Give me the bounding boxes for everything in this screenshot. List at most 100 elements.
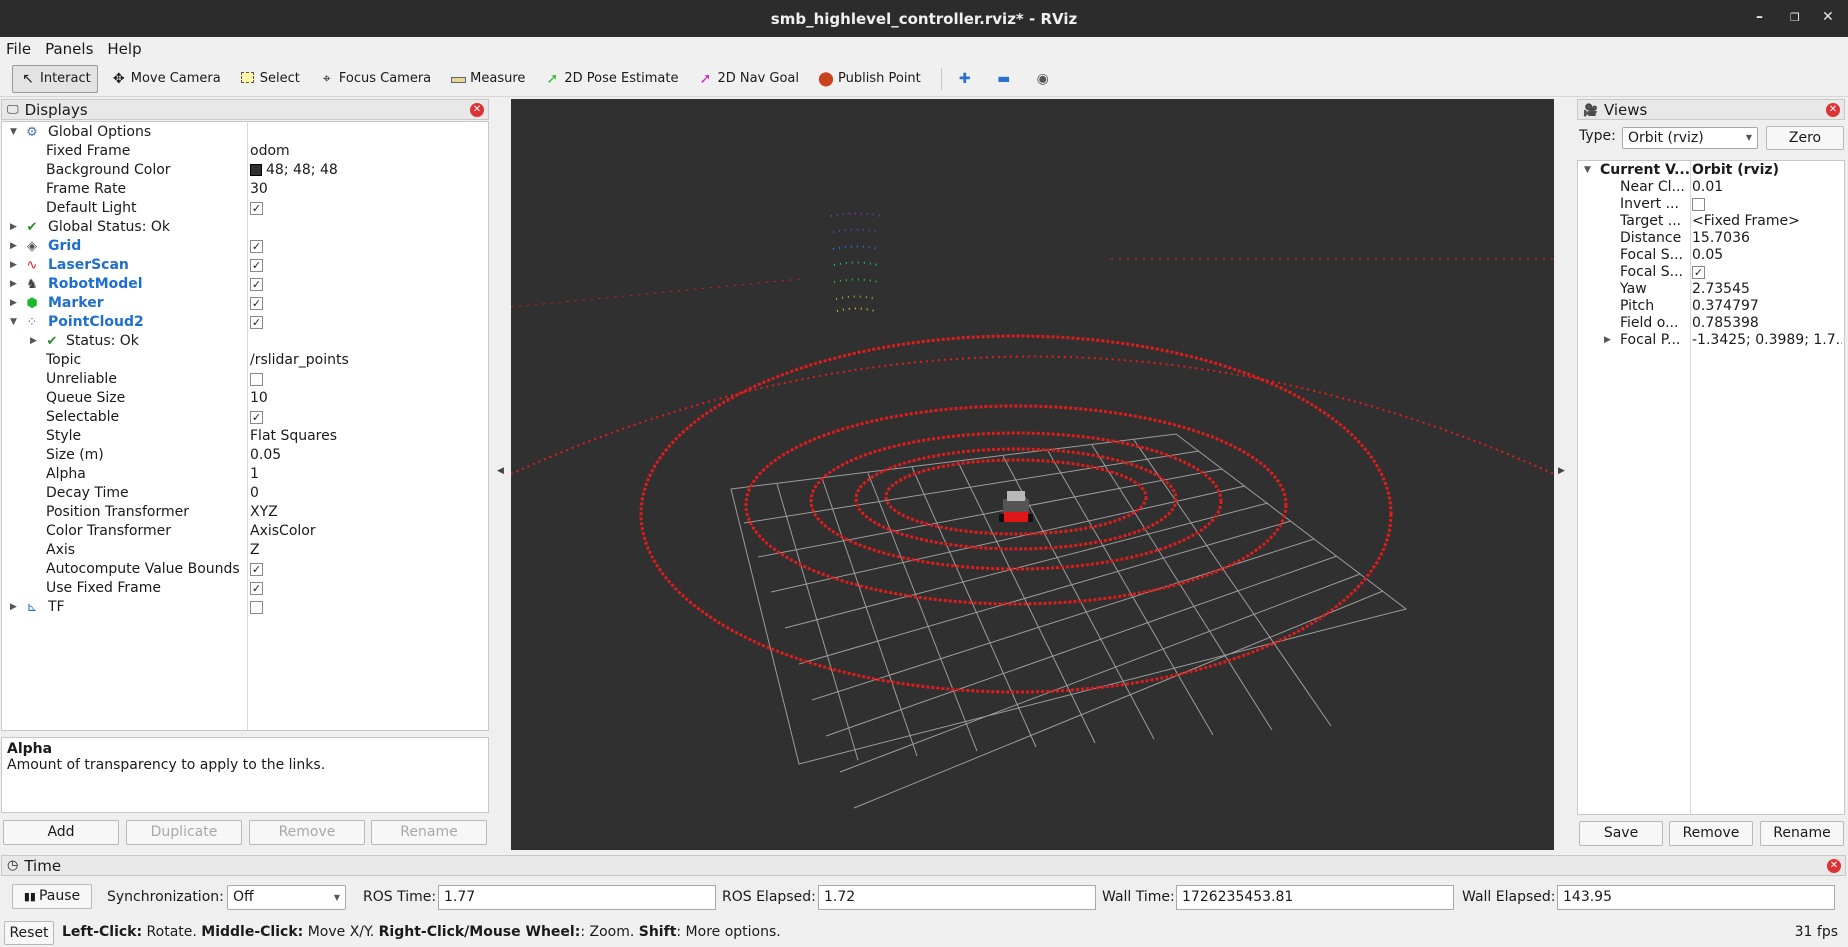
color-transformer-value[interactable]: AxisColor: [250, 522, 316, 541]
focal-shape-checkbox[interactable]: ✓: [1692, 264, 1842, 281]
add-tool-button[interactable]: ✚: [950, 65, 983, 93]
tree-row-default-light[interactable]: Default Light ✓: [2, 199, 488, 218]
yaw-value[interactable]: 2.73545: [1692, 281, 1842, 298]
menu-help[interactable]: Help: [107, 40, 141, 58]
close-window-icon[interactable]: ✕: [1822, 9, 1834, 25]
focal-point-value[interactable]: -1.3425; 0.3989; 1.7...: [1692, 332, 1842, 349]
tree-row-unreliable[interactable]: Unreliable: [2, 370, 488, 389]
close-panel-icon[interactable]: ✕: [1827, 859, 1841, 873]
expand-right-icon[interactable]: ▶: [10, 218, 20, 237]
field-of-view-value[interactable]: 0.785398: [1692, 315, 1842, 332]
autocompute-checkbox[interactable]: ✓: [250, 560, 263, 579]
expand-right-icon[interactable]: ▶: [30, 332, 40, 351]
tree-row-fixed-frame[interactable]: Fixed Frame odom: [2, 142, 488, 161]
tree-row-status[interactable]: ▶ ✔ Status: Ok: [2, 332, 488, 351]
tree-row-queue-size[interactable]: Queue Size 10: [2, 389, 488, 408]
expand-right-icon[interactable]: ▶: [10, 237, 20, 256]
view-row-focal-shape[interactable]: Focal S... ✓: [1578, 264, 1844, 281]
invert-checkbox[interactable]: [1692, 196, 1842, 213]
sync-dropdown[interactable]: Off ▼: [227, 885, 346, 910]
position-transformer-value[interactable]: XYZ: [250, 503, 278, 522]
zero-button[interactable]: Zero: [1766, 126, 1844, 150]
nav-goal-tool-button[interactable]: ➚ 2D Nav Goal: [690, 65, 805, 93]
tree-row-size[interactable]: Size (m) 0.05: [2, 446, 488, 465]
axis-value[interactable]: Z: [250, 541, 260, 560]
view-row-yaw[interactable]: Yaw 2.73545: [1578, 281, 1844, 298]
wall-time-field[interactable]: 1726235453.81: [1176, 885, 1454, 910]
ros-time-field[interactable]: 1.77: [438, 885, 716, 910]
expand-right-icon[interactable]: ▶: [10, 275, 20, 294]
pointcloud2-checkbox[interactable]: ✓: [250, 313, 263, 332]
background-color-value[interactable]: 48; 48; 48: [250, 161, 338, 180]
close-panel-icon[interactable]: ✕: [470, 103, 484, 117]
pause-button[interactable]: ▮▮ Pause: [12, 884, 92, 909]
tree-row-global-status[interactable]: ▶ ✔ Global Status: Ok: [2, 218, 488, 237]
move-camera-tool-button[interactable]: ✥ Move Camera: [104, 65, 227, 93]
tree-row-selectable[interactable]: Selectable ✓: [2, 408, 488, 427]
tree-row-topic[interactable]: Topic /rslidar_points: [2, 351, 488, 370]
expand-down-icon[interactable]: ▼: [10, 313, 20, 332]
expand-down-icon[interactable]: ▼: [10, 123, 20, 142]
remove-display-button[interactable]: Remove: [249, 820, 365, 845]
target-frame-value[interactable]: <Fixed Frame>: [1692, 213, 1842, 230]
view-row-focal-point[interactable]: ▶ Focal P... -1.3425; 0.3989; 1.7...: [1578, 332, 1844, 349]
tree-row-style[interactable]: Style Flat Squares: [2, 427, 488, 446]
focal-size-value[interactable]: 0.05: [1692, 247, 1842, 264]
rename-display-button[interactable]: Rename: [371, 820, 487, 845]
grid-checkbox[interactable]: ✓: [250, 237, 263, 256]
default-light-checkbox[interactable]: ✓: [250, 199, 263, 218]
tree-row-robotmodel[interactable]: ▶ ♞ RobotModel ✓: [2, 275, 488, 294]
tree-row-decay-time[interactable]: Decay Time 0: [2, 484, 488, 503]
size-value[interactable]: 0.05: [250, 446, 281, 465]
tree-row-alpha[interactable]: Alpha 1: [2, 465, 488, 484]
fixed-frame-value[interactable]: odom: [250, 142, 290, 161]
expand-right-icon[interactable]: ▶: [10, 294, 20, 313]
robotmodel-checkbox[interactable]: ✓: [250, 275, 263, 294]
distance-value[interactable]: 15.7036: [1692, 230, 1842, 247]
selectable-checkbox[interactable]: ✓: [250, 408, 263, 427]
view-row-fov[interactable]: Field o... 0.785398: [1578, 315, 1844, 332]
maximize-icon[interactable]: ❐: [1790, 11, 1800, 24]
decay-time-value[interactable]: 0: [250, 484, 259, 503]
remove-tool-button[interactable]: ▬: [989, 65, 1022, 93]
publish-point-tool-button[interactable]: ⬤ Publish Point: [811, 65, 927, 93]
select-tool-button[interactable]: Select: [233, 65, 306, 93]
pose-estimate-tool-button[interactable]: ➚ 2D Pose Estimate: [537, 65, 684, 93]
pitch-value[interactable]: 0.374797: [1692, 298, 1842, 315]
view-row-invert[interactable]: Invert ...: [1578, 196, 1844, 213]
collapse-left-icon[interactable]: ◀: [497, 466, 504, 476]
view-tool-button[interactable]: ◉: [1028, 65, 1061, 93]
tree-row-use-fixed-frame[interactable]: Use Fixed Frame ✓: [2, 579, 488, 598]
view-type-dropdown[interactable]: Orbit (rviz) ▼: [1622, 127, 1758, 149]
frame-rate-value[interactable]: 30: [250, 180, 268, 199]
render-viewport[interactable]: [510, 99, 1555, 850]
laserscan-checkbox[interactable]: ✓: [250, 256, 263, 275]
remove-view-button[interactable]: Remove: [1669, 821, 1753, 846]
menu-file[interactable]: File: [6, 40, 31, 58]
near-clip-value[interactable]: 0.01: [1692, 179, 1842, 196]
alpha-value[interactable]: 1: [250, 465, 259, 484]
tree-row-background-color[interactable]: Background Color 48; 48; 48: [2, 161, 488, 180]
tree-row-position-transformer[interactable]: Position Transformer XYZ: [2, 503, 488, 522]
topic-value[interactable]: /rslidar_points: [250, 351, 349, 370]
focus-camera-tool-button[interactable]: ⌖ Focus Camera: [312, 65, 437, 93]
save-view-button[interactable]: Save: [1579, 821, 1663, 846]
expand-down-icon[interactable]: ▼: [1584, 162, 1591, 179]
reset-button[interactable]: Reset: [4, 921, 54, 945]
view-row-near-clip[interactable]: Near Cl... 0.01: [1578, 179, 1844, 196]
view-row-pitch[interactable]: Pitch 0.374797: [1578, 298, 1844, 315]
tree-row-laserscan[interactable]: ▶ ∿ LaserScan ✓: [2, 256, 488, 275]
view-row-target[interactable]: Target ... <Fixed Frame>: [1578, 213, 1844, 230]
close-panel-icon[interactable]: ✕: [1826, 103, 1840, 117]
expand-right-icon[interactable]: ▶: [10, 598, 20, 617]
view-row-distance[interactable]: Distance 15.7036: [1578, 230, 1844, 247]
use-fixed-frame-checkbox[interactable]: ✓: [250, 579, 263, 598]
queue-size-value[interactable]: 10: [250, 389, 268, 408]
tf-checkbox[interactable]: [250, 598, 263, 617]
tree-row-color-transformer[interactable]: Color Transformer AxisColor: [2, 522, 488, 541]
wall-elapsed-field[interactable]: 143.95: [1557, 885, 1835, 910]
tree-row-axis[interactable]: Axis Z: [2, 541, 488, 560]
minimize-icon[interactable]: –: [1756, 9, 1763, 25]
view-row-focal-size[interactable]: Focal S... 0.05: [1578, 247, 1844, 264]
rename-view-button[interactable]: Rename: [1760, 821, 1844, 846]
